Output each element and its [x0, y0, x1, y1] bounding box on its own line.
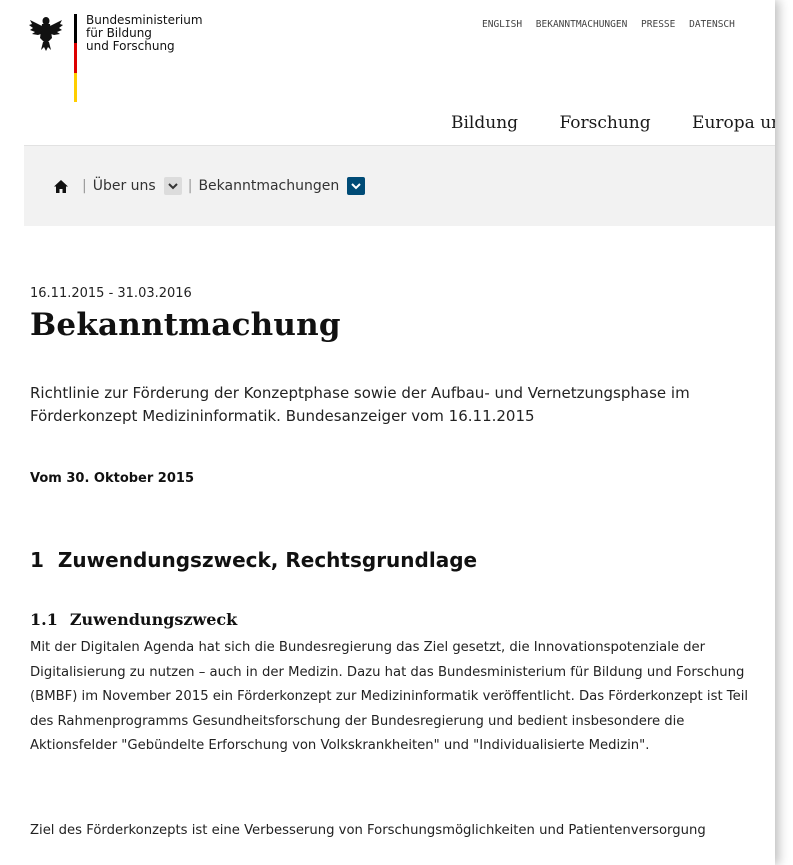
- nav-forschung[interactable]: Forschung: [559, 113, 650, 133]
- section-heading-1-1: 1.1 Zuwendungszweck: [30, 610, 237, 629]
- federal-eagle-icon[interactable]: [28, 14, 64, 54]
- meta-nav-datenschutz[interactable]: DATENSCH: [689, 19, 735, 30]
- section-number: 1.1: [30, 610, 58, 629]
- breadcrumb-row: | Über uns | Bekanntmachungen: [54, 175, 366, 197]
- chevron-down-icon[interactable]: [163, 177, 182, 195]
- home-icon[interactable]: [54, 179, 68, 193]
- lead-text: Richtlinie zur Förderung der Konzeptphas…: [30, 384, 690, 425]
- section-number: 1: [30, 548, 44, 572]
- nav-bildung[interactable]: Bildung: [451, 113, 518, 133]
- section-heading-1: 1 Zuwendungszweck, Rechtsgrundlage: [30, 548, 477, 572]
- meta-nav-english[interactable]: ENGLISH: [482, 19, 522, 30]
- meta-nav-presse[interactable]: PRESSE: [641, 19, 675, 30]
- paragraph: Mit der Digitalen Agenda hat sich die Bu…: [30, 640, 749, 753]
- breadcrumb-separator: |: [82, 178, 87, 194]
- meta-nav-bekanntmachungen[interactable]: BEKANNTMACHUNGEN: [536, 19, 628, 30]
- nav-europa[interactable]: Europa und: [692, 113, 775, 133]
- paragraph: Ziel des Förderkonzepts ist eine Verbess…: [30, 823, 706, 838]
- site-header: Bundesministerium für Bildung und Forsch…: [0, 0, 775, 145]
- section-title: Zuwendungszweck: [69, 610, 238, 629]
- page: Bundesministerium für Bildung und Forsch…: [0, 0, 793, 865]
- main-navigation: Bildung Forschung Europa und: [451, 113, 775, 133]
- breadcrumb: | Über uns | Bekanntmachungen: [24, 145, 775, 226]
- page-title: Bekanntmachung: [30, 307, 341, 343]
- ministry-logo-text[interactable]: Bundesministerium für Bildung und Forsch…: [86, 14, 203, 53]
- date-range: 16.11.2015 - 31.03.2016: [30, 286, 192, 301]
- flag-bar: [74, 14, 77, 102]
- breadcrumb-separator: |: [187, 178, 193, 194]
- breadcrumb-item-ueber-uns[interactable]: Über uns: [93, 178, 156, 194]
- section-title: Zuwendungszweck, Rechtsgrundlage: [57, 548, 478, 572]
- chevron-down-icon[interactable]: [347, 177, 366, 195]
- publication-date: Vom 30. Oktober 2015: [30, 471, 194, 486]
- meta-navigation: ENGLISH BEKANNTMACHUNGEN PRESSE DATENSCH: [482, 19, 775, 30]
- logo-line: und Forschung: [86, 39, 175, 53]
- breadcrumb-item-bekanntmachungen[interactable]: Bekanntmachungen: [198, 178, 339, 194]
